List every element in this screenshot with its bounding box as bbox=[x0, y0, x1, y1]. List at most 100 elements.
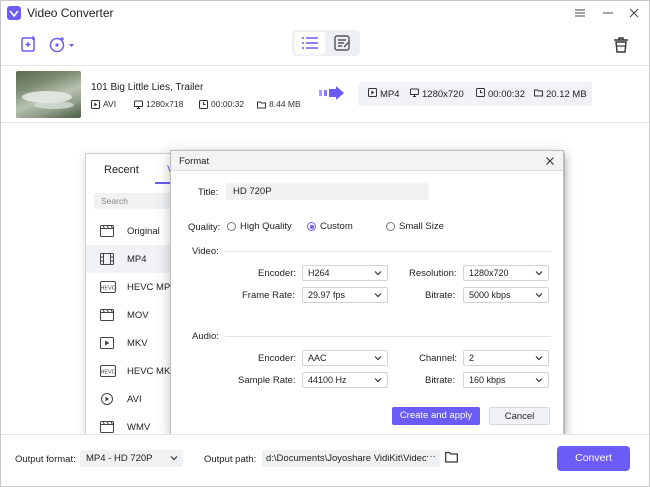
menu-icon[interactable] bbox=[569, 3, 591, 23]
chevron-down-icon bbox=[535, 354, 543, 362]
tab-recent[interactable]: Recent bbox=[104, 164, 139, 176]
output-path-label: Output path: bbox=[204, 454, 257, 465]
source-format: AVI bbox=[91, 99, 116, 109]
play-icon bbox=[91, 99, 100, 109]
audio-encoder-label: Encoder: bbox=[258, 353, 297, 364]
monitor-icon bbox=[134, 100, 143, 109]
sample-rate-select[interactable]: 44100 Hz bbox=[302, 372, 388, 388]
target-size: 20.12 MB bbox=[534, 88, 587, 100]
radio-dot bbox=[227, 222, 236, 231]
chevron-down-icon bbox=[170, 454, 178, 465]
clock-icon bbox=[476, 88, 485, 100]
add-disc-icon[interactable] bbox=[48, 34, 76, 54]
play-icon bbox=[368, 88, 377, 100]
quality-custom-radio[interactable]: Custom bbox=[307, 221, 353, 232]
audio-divider bbox=[225, 336, 551, 337]
film-strip-icon bbox=[100, 253, 114, 265]
dialog-header: Format bbox=[171, 151, 563, 171]
target-format-box[interactable]: MP4 1280x720 00:00:32 20.12 MB bbox=[358, 82, 592, 106]
audio-bitrate-select[interactable]: 160 kbps bbox=[463, 372, 549, 388]
source-size: 8.44 MB bbox=[257, 99, 301, 109]
chevron-down-icon bbox=[374, 354, 382, 362]
file-row[interactable]: 101 Big Little Lies, Trailer AVI 1280x71… bbox=[1, 65, 649, 123]
folder-icon bbox=[257, 100, 266, 109]
quality-high-radio[interactable]: High Quality bbox=[227, 221, 292, 232]
audio-bitrate-label: Bitrate: bbox=[425, 375, 456, 386]
audio-encoder-select[interactable]: AAC bbox=[302, 350, 388, 366]
target-format: MP4 bbox=[368, 88, 400, 100]
channel-select[interactable]: 2 bbox=[463, 350, 549, 366]
hevc-icon: HEVC bbox=[100, 281, 116, 293]
format-search-input[interactable]: Search bbox=[94, 193, 179, 209]
resolution-label: Resolution: bbox=[409, 268, 457, 279]
frame-rate-label: Frame Rate: bbox=[242, 290, 295, 301]
view-toggle bbox=[292, 30, 360, 56]
frame-rate-select[interactable]: 29.97 fps bbox=[302, 287, 388, 303]
browse-more-button[interactable]: ··· bbox=[426, 451, 436, 462]
film-icon bbox=[100, 421, 114, 433]
title-label: Title: bbox=[198, 187, 219, 198]
output-format-label: Output format: bbox=[15, 454, 76, 465]
chevron-down-icon bbox=[374, 376, 382, 384]
open-folder-icon[interactable] bbox=[445, 451, 458, 466]
channel-label: Channel: bbox=[419, 353, 458, 364]
video-encoder-label: Encoder: bbox=[258, 268, 297, 279]
format-dialog: Format Title: HD 720P Quality: High Qual… bbox=[170, 150, 564, 435]
video-section-label: Video: bbox=[192, 246, 219, 257]
source-duration: 00:00:32 bbox=[199, 99, 244, 109]
chevron-down-icon bbox=[374, 291, 382, 299]
radio-dot-selected bbox=[307, 222, 316, 231]
create-and-apply-button[interactable]: Create and apply bbox=[392, 407, 480, 425]
output-path-field[interactable]: d:\Documents\Joyoshare VidiKit\Video bbox=[262, 450, 440, 467]
clock-icon bbox=[199, 99, 208, 109]
video-encoder-select[interactable]: H264 bbox=[302, 265, 388, 281]
chevron-down-icon bbox=[535, 269, 543, 277]
resolution-select[interactable]: 1280x720 bbox=[463, 265, 549, 281]
radio-dot bbox=[386, 222, 395, 231]
clapper-icon bbox=[100, 309, 114, 321]
quality-label: Quality: bbox=[188, 222, 221, 233]
video-divider bbox=[225, 251, 551, 252]
chevron-down-icon bbox=[535, 291, 543, 299]
quality-small-radio[interactable]: Small Size bbox=[386, 221, 444, 232]
convert-arrow-icon bbox=[319, 86, 345, 103]
play-box-icon bbox=[100, 337, 114, 349]
title-bar: Video Converter bbox=[1, 1, 649, 25]
monitor-icon bbox=[410, 88, 419, 100]
dialog-close-icon[interactable] bbox=[543, 154, 557, 168]
chevron-down-icon bbox=[374, 269, 382, 277]
svg-text:HEVC: HEVC bbox=[100, 286, 115, 292]
close-icon[interactable] bbox=[623, 3, 645, 23]
tab-underline bbox=[155, 182, 171, 184]
trash-icon[interactable] bbox=[611, 34, 631, 54]
hevc-icon: HEVC bbox=[100, 365, 116, 377]
title-input[interactable]: HD 720P bbox=[226, 183, 429, 200]
bottom-bar: Output format: MP4 - HD 720P Output path… bbox=[1, 434, 649, 486]
output-format-select[interactable]: MP4 - HD 720P bbox=[80, 450, 183, 467]
audio-section-label: Audio: bbox=[192, 331, 219, 342]
play-circle-icon bbox=[100, 393, 114, 405]
video-bitrate-label: Bitrate: bbox=[425, 290, 456, 301]
source-resolution: 1280x718 bbox=[134, 99, 183, 109]
minimize-icon[interactable] bbox=[597, 3, 619, 23]
app-title: Video Converter bbox=[27, 6, 114, 20]
task-list-icon[interactable] bbox=[327, 32, 357, 54]
list-view-icon[interactable] bbox=[295, 32, 325, 54]
app-logo-icon bbox=[7, 6, 21, 20]
target-duration: 00:00:32 bbox=[476, 88, 525, 100]
chevron-down-icon bbox=[535, 376, 543, 384]
file-name: 101 Big Little Lies, Trailer bbox=[91, 82, 204, 93]
svg-text:HEVC: HEVC bbox=[100, 370, 115, 376]
folder-icon bbox=[534, 88, 543, 100]
toolbar bbox=[1, 25, 649, 65]
film-icon bbox=[100, 225, 114, 237]
video-bitrate-select[interactable]: 5000 kbps bbox=[463, 287, 549, 303]
video-thumbnail bbox=[16, 71, 81, 118]
sample-rate-label: Sample Rate: bbox=[238, 375, 296, 386]
target-resolution: 1280x720 bbox=[410, 88, 464, 100]
app-window: Video Converter 101 Big Little Lies, Tra… bbox=[0, 0, 650, 487]
dialog-title: Format bbox=[179, 156, 210, 167]
convert-button[interactable]: Convert bbox=[557, 446, 630, 471]
cancel-button[interactable]: Cancel bbox=[489, 407, 550, 425]
add-file-icon[interactable] bbox=[19, 34, 39, 54]
